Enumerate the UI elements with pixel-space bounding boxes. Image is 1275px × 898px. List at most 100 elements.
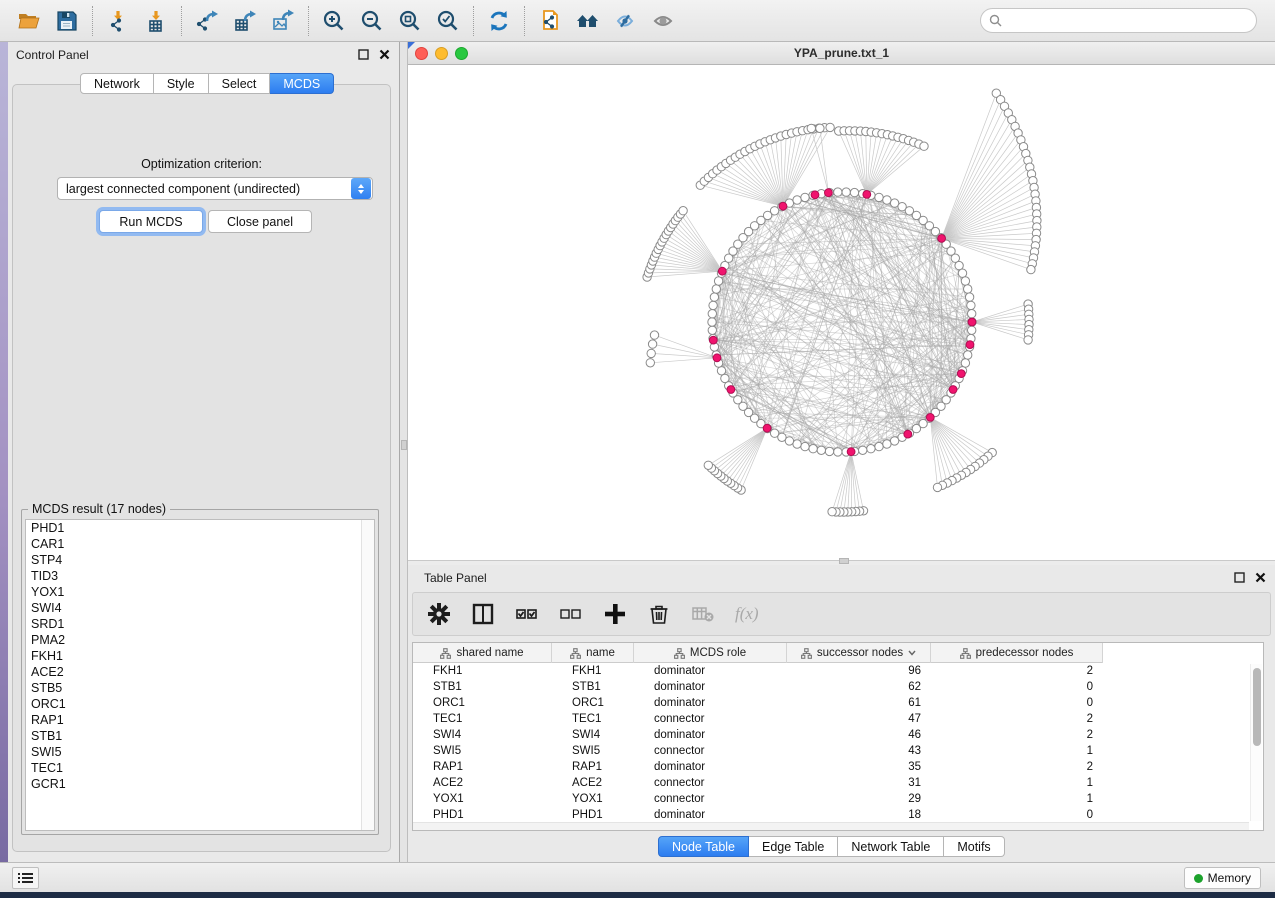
tab-mcds[interactable]: MCDS xyxy=(270,73,334,94)
cell[interactable]: connector xyxy=(634,713,787,725)
cell[interactable]: TEC1 xyxy=(552,713,634,725)
cell[interactable]: FKH1 xyxy=(413,665,552,677)
mcds-result-item[interactable]: PMA2 xyxy=(26,632,374,648)
tab-motifs[interactable]: Motifs xyxy=(944,836,1004,857)
cell[interactable]: ORC1 xyxy=(413,697,552,709)
vertical-splitter[interactable] xyxy=(400,42,408,862)
mcds-result-item[interactable]: ACE2 xyxy=(26,664,374,680)
cell[interactable]: PHD1 xyxy=(413,809,552,821)
cell[interactable]: 0 xyxy=(931,697,1103,709)
cell[interactable]: RAP1 xyxy=(413,761,552,773)
cell[interactable]: 47 xyxy=(787,713,931,725)
table-row[interactable]: SWI5SWI5connector431 xyxy=(413,743,1249,759)
cell[interactable]: 0 xyxy=(931,809,1103,821)
column-header-successor-nodes[interactable]: successor nodes xyxy=(787,643,931,663)
cell[interactable]: connector xyxy=(634,745,787,757)
zoom-in-button[interactable] xyxy=(315,4,353,38)
network-canvas[interactable] xyxy=(408,65,1275,560)
divider-grip[interactable] xyxy=(839,558,849,564)
cell[interactable]: FKH1 xyxy=(552,665,634,677)
mcds-result-item[interactable]: PHD1 xyxy=(26,520,374,536)
close-panel-action-button[interactable]: Close panel xyxy=(208,210,312,233)
table-row[interactable]: PHD1PHD1dominator180 xyxy=(413,807,1249,822)
mcds-result-item[interactable]: TID3 xyxy=(26,568,374,584)
cell[interactable]: 0 xyxy=(931,681,1103,693)
cell[interactable]: 2 xyxy=(931,761,1103,773)
export-image-button[interactable] xyxy=(264,4,302,38)
run-mcds-button[interactable]: Run MCDS xyxy=(99,210,203,233)
splitter-grip[interactable] xyxy=(401,440,407,450)
tab-network[interactable]: Network xyxy=(80,73,154,94)
zoom-selected-button[interactable] xyxy=(429,4,467,38)
cell[interactable]: 29 xyxy=(787,793,931,805)
export-network-button[interactable] xyxy=(188,4,226,38)
table-row[interactable]: TEC1TEC1connector472 xyxy=(413,711,1249,727)
column-header-shared-name[interactable]: shared name xyxy=(413,643,552,663)
mcds-result-item[interactable]: STP4 xyxy=(26,552,374,568)
cell[interactable]: 2 xyxy=(931,713,1103,725)
table-vertical-scrollbar[interactable] xyxy=(1250,664,1262,821)
cell[interactable]: 1 xyxy=(931,745,1103,757)
float-table-panel-button[interactable] xyxy=(1233,571,1246,584)
tab-style[interactable]: Style xyxy=(154,73,209,94)
cell[interactable]: 62 xyxy=(787,681,931,693)
create-column-button[interactable] xyxy=(603,602,627,626)
cell[interactable]: STB1 xyxy=(552,681,634,693)
tab-network-table[interactable]: Network Table xyxy=(838,836,944,857)
mcds-result-item[interactable]: TEC1 xyxy=(26,760,374,776)
table-row[interactable]: RAP1RAP1dominator352 xyxy=(413,759,1249,775)
cell[interactable]: 43 xyxy=(787,745,931,757)
cell[interactable]: dominator xyxy=(634,809,787,821)
float-panel-button[interactable] xyxy=(357,48,370,61)
cell[interactable]: 1 xyxy=(931,793,1103,805)
import-network-button[interactable] xyxy=(99,4,137,38)
cell[interactable]: PHD1 xyxy=(552,809,634,821)
tab-select[interactable]: Select xyxy=(209,73,271,94)
column-header-name[interactable]: name xyxy=(552,643,634,663)
cell[interactable]: dominator xyxy=(634,681,787,693)
close-table-panel-button[interactable] xyxy=(1254,571,1267,584)
tab-edge-table[interactable]: Edge Table xyxy=(749,836,838,857)
cell[interactable]: SWI4 xyxy=(552,729,634,741)
refresh-view-button[interactable] xyxy=(480,4,518,38)
table-row[interactable]: FKH1FKH1dominator962 xyxy=(413,663,1249,679)
scrollbar-thumb[interactable] xyxy=(1253,668,1261,746)
mcds-result-item[interactable]: FKH1 xyxy=(26,648,374,664)
zoom-fit-button[interactable] xyxy=(391,4,429,38)
search-input[interactable] xyxy=(1002,11,1256,31)
cell[interactable]: dominator xyxy=(634,665,787,677)
cell[interactable]: ACE2 xyxy=(552,777,634,789)
table-row[interactable]: YOX1YOX1connector291 xyxy=(413,791,1249,807)
show-graphics-details-button[interactable] xyxy=(645,4,683,38)
mcds-list-scrollbar[interactable] xyxy=(361,520,374,830)
select-all-columns-button[interactable] xyxy=(515,602,539,626)
table-row[interactable]: STB1STB1dominator620 xyxy=(413,679,1249,695)
cell[interactable]: 18 xyxy=(787,809,931,821)
cell[interactable]: 46 xyxy=(787,729,931,741)
new-network-from-selection-button[interactable] xyxy=(531,4,569,38)
cell[interactable]: YOX1 xyxy=(413,793,552,805)
cell[interactable]: connector xyxy=(634,793,787,805)
table-row[interactable]: ACE2ACE2connector311 xyxy=(413,775,1249,791)
cell[interactable]: dominator xyxy=(634,729,787,741)
cell[interactable]: ACE2 xyxy=(413,777,552,789)
mcds-result-item[interactable]: STB1 xyxy=(26,728,374,744)
mcds-result-item[interactable]: SWI4 xyxy=(26,600,374,616)
starter-panel-button[interactable] xyxy=(569,4,607,38)
zoom-out-button[interactable] xyxy=(353,4,391,38)
cell[interactable]: connector xyxy=(634,777,787,789)
show-columns-button[interactable] xyxy=(471,602,495,626)
mcds-result-item[interactable]: GCR1 xyxy=(26,776,374,792)
cell[interactable]: 96 xyxy=(787,665,931,677)
cell[interactable]: RAP1 xyxy=(552,761,634,773)
table-horizontal-scrollbar[interactable] xyxy=(413,822,1249,830)
column-header-MCDS-role[interactable]: MCDS role xyxy=(634,643,787,663)
memory-button[interactable]: Memory xyxy=(1184,867,1261,889)
table-row[interactable]: SWI4SWI4dominator462 xyxy=(413,727,1249,743)
cell[interactable]: STB1 xyxy=(413,681,552,693)
table-row[interactable]: ORC1ORC1dominator610 xyxy=(413,695,1249,711)
criterion-dropdown[interactable]: largest connected component (undirected) xyxy=(57,177,373,200)
mcds-result-item[interactable]: CAR1 xyxy=(26,536,374,552)
import-table-button[interactable] xyxy=(137,4,175,38)
cell[interactable]: 35 xyxy=(787,761,931,773)
